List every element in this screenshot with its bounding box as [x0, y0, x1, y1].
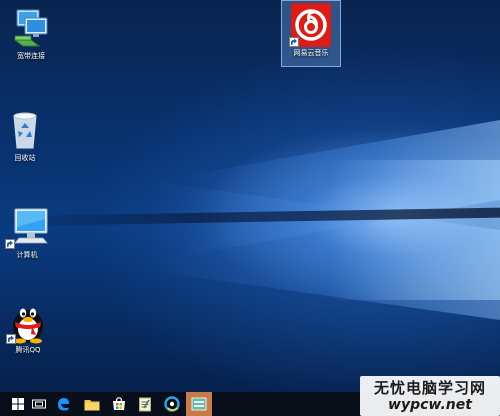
- watermark-site: wypcw.net: [388, 397, 472, 413]
- recycle-bin-icon: [3, 108, 47, 152]
- netease-cloud-music-icon: [289, 3, 333, 47]
- task-view-icon[interactable]: [27, 392, 51, 416]
- edge-browser-icon[interactable]: [51, 392, 75, 416]
- desktop-icon-label: 计算机: [16, 251, 38, 259]
- desktop-icon-tencent-qq[interactable]: 腾讯QQ: [0, 300, 59, 355]
- network-connection-icon: [9, 6, 53, 50]
- desktop-icon-recycle-bin[interactable]: 回收站: [0, 108, 56, 163]
- store-icon[interactable]: [107, 392, 131, 416]
- desktop-icon-computer[interactable]: 计算机: [0, 205, 58, 260]
- qq-browser-icon[interactable]: [160, 392, 184, 416]
- desktop-icon-broadband-connection[interactable]: 宽带连接: [0, 6, 62, 61]
- shortcut-arrow-icon: [5, 239, 15, 249]
- wallpaper-light-pane: [330, 160, 500, 300]
- desktop-icon-label: 宽带连接: [17, 52, 45, 60]
- computer-icon: [5, 205, 49, 249]
- site-watermark: 无忧电脑学习网 wypcw.net: [360, 376, 500, 416]
- desktop-icon-label: 回收站: [14, 154, 36, 162]
- file-explorer-icon[interactable]: [80, 392, 104, 416]
- watermark-title: 无忧电脑学习网: [373, 379, 486, 397]
- shortcut-arrow-icon: [289, 37, 299, 47]
- desktop-icon-label: 网易云音乐: [293, 49, 329, 57]
- shortcut-arrow-icon: [6, 334, 16, 344]
- desktop-icon-label: 腾讯QQ: [15, 346, 41, 354]
- qq-penguin-icon: [6, 300, 50, 344]
- notepad-app-icon[interactable]: [133, 392, 157, 416]
- active-app-icon[interactable]: [186, 392, 212, 416]
- desktop[interactable]: 宽带连接 回收站 计算机 腾讯QQ 网易云音乐 无忧电脑学习网 wypcw.ne…: [0, 0, 500, 416]
- desktop-icon-netease-cloud-music[interactable]: 网易云音乐: [280, 3, 342, 58]
